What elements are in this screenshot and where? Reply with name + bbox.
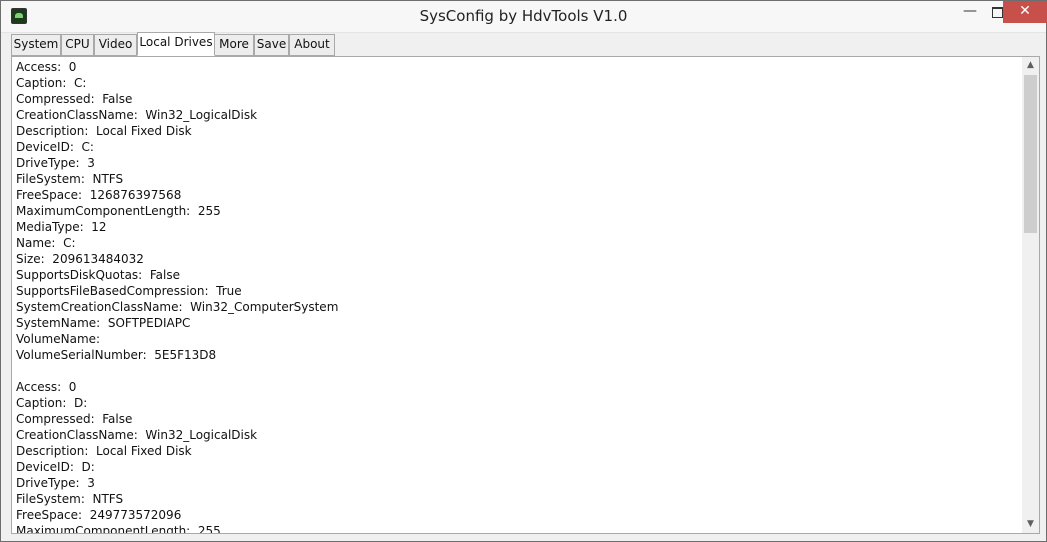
vertical-scrollbar[interactable]: ▲ ▼ [1022, 57, 1039, 533]
info-line: FreeSpace: 126876397568 [16, 188, 182, 202]
info-line: Description: Local Fixed Disk [16, 124, 192, 138]
info-line: DeviceID: D: [16, 460, 95, 474]
tab-local-drives[interactable]: Local Drives [137, 32, 215, 56]
info-line: Compressed: False [16, 92, 133, 106]
info-line: DriveType: 3 [16, 156, 95, 170]
info-line: CreationClassName: Win32_LogicalDisk [16, 428, 258, 442]
title-bar: SysConfig by HdvTools V1.0 — ✕ [1, 1, 1047, 33]
tab-save[interactable]: Save [254, 34, 289, 56]
info-line: MediaType: 12 [16, 220, 107, 234]
info-line: Size: 209613484032 [16, 252, 144, 266]
tab-more[interactable]: More [214, 34, 254, 56]
drive-info-textbox[interactable]: Access: 0 Caption: C: Compressed: False … [11, 56, 1040, 534]
minimize-button[interactable]: — [956, 1, 984, 23]
info-line: Caption: C: [16, 76, 87, 90]
tab-about[interactable]: About [289, 34, 335, 56]
info-line: MaximumComponentLength: 255 [16, 524, 221, 534]
info-line: Name: C: [16, 236, 76, 250]
info-line: Access: 0 [16, 380, 77, 394]
info-line: SystemName: SOFTPEDIAPC [16, 316, 191, 330]
info-line: SupportsDiskQuotas: False [16, 268, 180, 282]
info-line: MaximumComponentLength: 255 [16, 204, 221, 218]
info-line: DriveType: 3 [16, 476, 95, 490]
info-line: DeviceID: C: [16, 140, 94, 154]
info-line: Compressed: False [16, 412, 133, 426]
window-title: SysConfig by HdvTools V1.0 [419, 7, 628, 25]
tab-video[interactable]: Video [94, 34, 137, 56]
tab-system[interactable]: System [11, 34, 61, 56]
minimize-icon: — [963, 3, 977, 19]
info-line: FreeSpace: 249773572096 [16, 508, 182, 522]
info-line: Caption: D: [16, 396, 88, 410]
tab-cpu[interactable]: CPU [61, 34, 94, 56]
info-line: SupportsFileBasedCompression: True [16, 284, 242, 298]
info-line: FileSystem: NTFS [16, 492, 124, 506]
app-window: SysConfig by HdvTools V1.0 — ✕ System CP… [0, 0, 1047, 542]
scroll-down-icon[interactable]: ▼ [1022, 516, 1039, 533]
info-line: VolumeSerialNumber: 5E5F13D8 [16, 348, 217, 362]
info-line [16, 363, 338, 379]
close-button[interactable]: ✕ [1003, 1, 1047, 23]
info-line: Access: 0 [16, 60, 77, 74]
drive-info-lines: Access: 0 Caption: C: Compressed: False … [16, 59, 339, 534]
scroll-up-icon[interactable]: ▲ [1022, 57, 1039, 74]
info-line: FileSystem: NTFS [16, 172, 124, 186]
maximize-icon [991, 7, 1003, 18]
info-line: VolumeName: [16, 332, 101, 346]
info-line: CreationClassName: Win32_LogicalDisk [16, 108, 258, 122]
close-icon: ✕ [1019, 3, 1031, 19]
info-line: SystemCreationClassName: Win32_ComputerS… [16, 300, 339, 314]
scroll-thumb[interactable] [1024, 75, 1037, 233]
info-line: Description: Local Fixed Disk [16, 444, 192, 458]
